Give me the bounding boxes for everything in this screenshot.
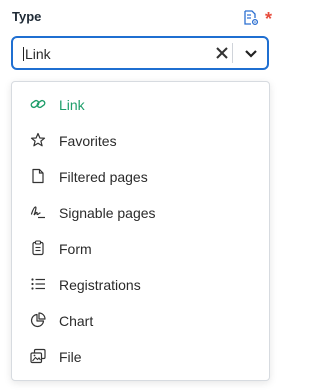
- option-label: Registrations: [59, 277, 141, 293]
- images-icon: [30, 348, 46, 364]
- option-chart[interactable]: Chart: [12, 301, 269, 337]
- option-favorites[interactable]: Favorites: [12, 121, 269, 157]
- option-label: Favorites: [59, 133, 117, 149]
- signature-icon: [30, 204, 46, 220]
- select-divider: [232, 43, 233, 63]
- link-icon: [30, 96, 46, 112]
- option-label: Filtered pages: [59, 169, 148, 185]
- option-link[interactable]: Link: [12, 85, 269, 121]
- page-icon: [30, 168, 46, 184]
- type-select[interactable]: Link: [11, 36, 269, 70]
- option-label: Form: [59, 241, 92, 257]
- select-value[interactable]: Link: [23, 46, 51, 62]
- text-caret: [23, 47, 24, 61]
- option-form[interactable]: Form: [12, 229, 269, 265]
- close-icon[interactable]: [215, 46, 229, 60]
- option-label: Link: [59, 97, 85, 113]
- option-signable-pages[interactable]: Signable pages: [12, 193, 269, 229]
- type-options-menu: Link Favorites Filtered pages Signable p…: [11, 81, 270, 381]
- option-label: Signable pages: [59, 205, 156, 221]
- settings-doc-icon[interactable]: [243, 10, 259, 26]
- option-label: Chart: [59, 313, 94, 329]
- pie-chart-icon: [30, 312, 46, 328]
- option-filtered-pages[interactable]: Filtered pages: [12, 157, 269, 193]
- list-icon: [30, 276, 46, 292]
- option-registrations[interactable]: Registrations: [12, 265, 269, 301]
- field-meta: *: [243, 8, 272, 28]
- star-icon: [30, 132, 46, 148]
- chevron-down-icon[interactable]: [244, 47, 258, 59]
- required-mark: *: [264, 9, 272, 29]
- clipboard-icon: [30, 240, 46, 256]
- option-label: File: [59, 349, 82, 365]
- field-label: Type: [12, 9, 42, 24]
- select-value-text: Link: [25, 46, 51, 62]
- option-file[interactable]: File: [12, 337, 269, 373]
